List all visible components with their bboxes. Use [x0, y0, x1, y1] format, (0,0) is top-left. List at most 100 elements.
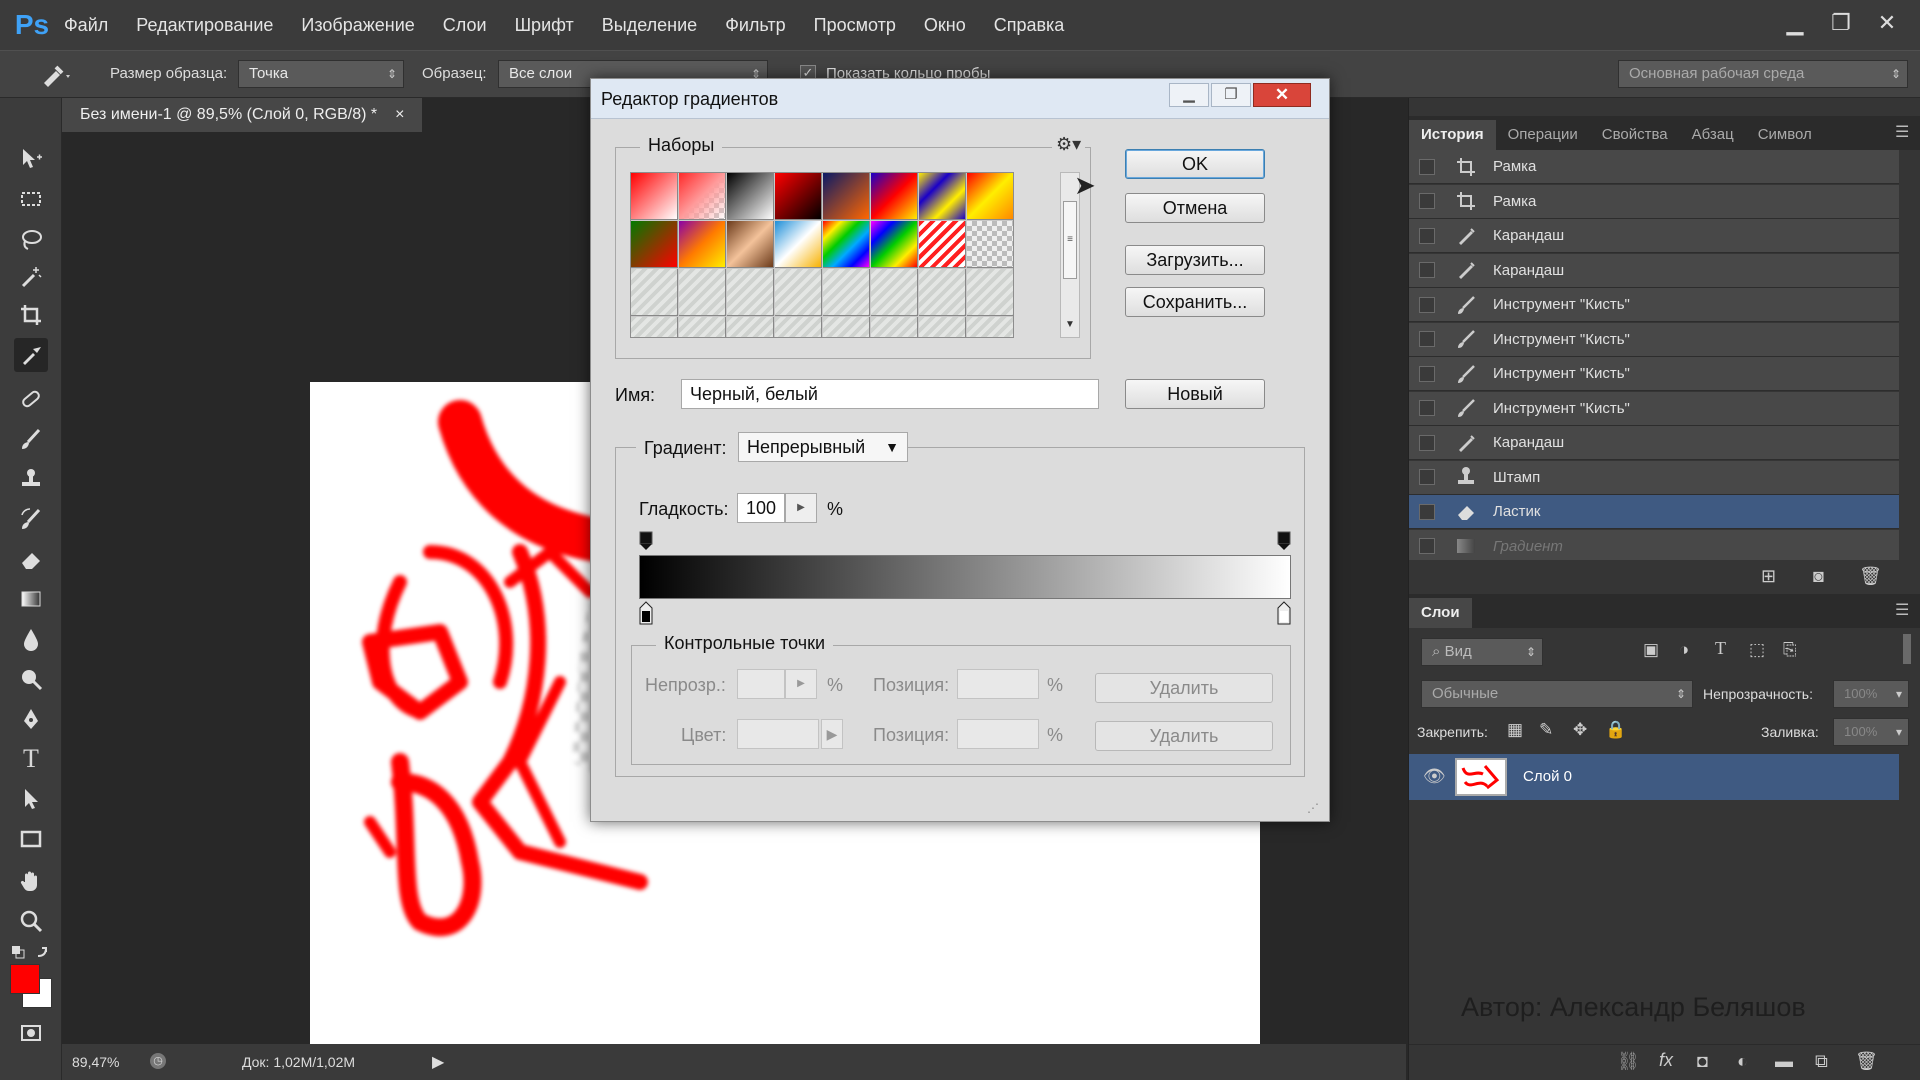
history-source-checkbox[interactable] — [1419, 400, 1435, 416]
color-stop-left[interactable] — [639, 601, 653, 625]
history-source-checkbox[interactable] — [1419, 193, 1435, 209]
sample-size-select[interactable]: Точка ⇕ — [238, 60, 404, 88]
gradient-preset-swatch[interactable] — [967, 173, 1013, 220]
gradient-preset-swatch[interactable] — [775, 173, 822, 220]
menu-type[interactable]: Шрифт — [515, 15, 574, 36]
gradient-preview-bar[interactable] — [639, 555, 1291, 599]
gradient-preset-swatch[interactable] — [919, 317, 966, 337]
name-input[interactable]: Черный, белый — [681, 379, 1099, 409]
menu-select[interactable]: Выделение — [602, 15, 697, 36]
magic-wand-tool-icon[interactable] — [14, 260, 48, 294]
gradient-preset-swatch[interactable] — [727, 269, 774, 316]
new-layer-icon[interactable]: ⧉ — [1815, 1051, 1828, 1072]
close-icon[interactable]: ✕ — [1864, 6, 1910, 40]
rectangle-tool-icon[interactable] — [14, 822, 48, 856]
snapshot-camera-icon[interactable]: ◙ — [1813, 566, 1824, 587]
document-tab[interactable]: Без имени-1 @ 89,5% (Слой 0, RGB/8) * × — [62, 98, 423, 132]
menu-view[interactable]: Просмотр — [814, 15, 896, 36]
minimize-icon[interactable]: ▁ — [1772, 6, 1818, 40]
gradient-preset-swatch[interactable] — [871, 173, 918, 220]
history-source-checkbox[interactable] — [1419, 503, 1435, 520]
gradient-preset-swatch[interactable] — [919, 221, 966, 268]
gradient-preset-swatch[interactable] — [823, 173, 870, 220]
history-source-checkbox[interactable] — [1419, 434, 1435, 451]
gradient-preset-swatch[interactable] — [967, 317, 1013, 337]
history-item[interactable]: Инструмент "Кисть" — [1409, 288, 1899, 322]
gradient-preset-swatch[interactable] — [727, 221, 774, 268]
load-button[interactable]: Загрузить... — [1125, 245, 1265, 275]
gradient-type-select[interactable]: Непрерывный ▼ — [738, 432, 908, 462]
blur-tool-icon[interactable] — [14, 622, 48, 656]
gradient-preset-swatch[interactable] — [871, 317, 918, 337]
history-item[interactable]: Инструмент "Кисть" — [1409, 391, 1899, 426]
history-source-checkbox[interactable] — [1419, 227, 1435, 244]
eraser-tool-icon[interactable] — [14, 542, 48, 576]
workspace-select[interactable]: Основная рабочая среда ⇕ — [1618, 60, 1908, 88]
delete-layer-trash-icon[interactable]: 🗑 — [1855, 1051, 1878, 1072]
zoom-level[interactable]: 89,47% — [72, 1054, 119, 1070]
eyedropper-tool-icon[interactable] — [14, 338, 48, 372]
quick-mask-icon[interactable] — [14, 1016, 48, 1050]
status-menu-arrow-icon[interactable]: ▶ — [432, 1052, 444, 1072]
new-button[interactable]: Новый — [1125, 379, 1265, 409]
layer-style-fx-icon[interactable]: fx — [1659, 1050, 1673, 1071]
marquee-tool-icon[interactable] — [14, 182, 48, 216]
save-button[interactable]: Сохранить... — [1125, 287, 1265, 317]
fill-input[interactable]: 100% ▾ — [1833, 718, 1909, 746]
layer-visibility-eye-icon[interactable]: 👁 — [1423, 766, 1446, 787]
add-mask-icon[interactable]: ◘ — [1697, 1051, 1708, 1072]
history-item[interactable]: Градиент — [1409, 529, 1899, 564]
filter-smart-object-icon[interactable]: ⎘ — [1783, 640, 1797, 660]
gradient-preset-swatch[interactable] — [631, 221, 678, 268]
history-source-checkbox[interactable] — [1419, 538, 1435, 554]
adjustment-layer-icon[interactable]: ◐ — [1737, 1051, 1748, 1072]
lasso-tool-icon[interactable] — [14, 222, 48, 256]
filter-type-icon[interactable]: T — [1715, 638, 1726, 659]
new-group-folder-icon[interactable]: ▬ — [1775, 1051, 1793, 1072]
gradient-preset-swatch[interactable] — [631, 269, 678, 316]
opacity-input[interactable]: 100% ▾ — [1833, 680, 1909, 708]
tab-paragraph[interactable]: Абзац — [1680, 120, 1746, 150]
type-tool-icon[interactable]: T — [14, 742, 48, 776]
gradient-preset-swatch[interactable] — [727, 173, 774, 220]
tab-properties[interactable]: Свойства — [1590, 120, 1680, 150]
lock-image-brush-icon[interactable]: ✎ — [1539, 720, 1553, 740]
swap-colors-icon[interactable] — [8, 940, 56, 964]
gradient-preset-swatch[interactable] — [775, 221, 822, 268]
close-tab-icon[interactable]: × — [395, 98, 404, 132]
history-item[interactable]: Карандаш — [1409, 253, 1899, 288]
filter-shape-icon[interactable]: ⬚ — [1749, 640, 1765, 660]
history-item[interactable]: Штамп — [1409, 460, 1899, 495]
stamp-tool-icon[interactable] — [14, 462, 48, 496]
gradient-preset-swatch[interactable] — [823, 221, 870, 268]
crop-tool-icon[interactable] — [14, 298, 48, 332]
menu-window[interactable]: Окно — [924, 15, 966, 36]
history-source-checkbox[interactable] — [1419, 296, 1435, 313]
menu-layers[interactable]: Слои — [443, 15, 487, 36]
new-document-from-state-icon[interactable]: ⊞ — [1761, 566, 1776, 587]
dodge-tool-icon[interactable] — [14, 662, 48, 696]
history-source-checkbox[interactable] — [1419, 158, 1435, 175]
ok-button[interactable]: OK — [1125, 149, 1265, 179]
gradient-preset-swatch[interactable] — [775, 317, 822, 337]
lock-all-icon[interactable]: 🔒 — [1605, 720, 1626, 740]
menu-filter[interactable]: Фильтр — [725, 15, 785, 36]
status-info-icon[interactable]: ◷ — [150, 1053, 166, 1069]
panel-menu-icon[interactable]: ☰ — [1895, 122, 1909, 142]
move-tool-icon[interactable] — [14, 142, 48, 176]
trash-icon[interactable]: 🗑 — [1859, 566, 1882, 587]
cancel-button[interactable]: Отмена — [1125, 193, 1265, 223]
presets-gear-icon[interactable]: ⚙▾ — [1052, 134, 1086, 155]
gradient-preset-swatch[interactable] — [919, 173, 966, 220]
brush-tool-icon[interactable] — [14, 422, 48, 456]
gradient-preset-swatch[interactable] — [871, 221, 918, 268]
history-item[interactable]: Рамка — [1409, 150, 1899, 184]
healing-brush-tool-icon[interactable] — [14, 382, 48, 416]
filter-pixel-icon[interactable]: ▣ — [1643, 640, 1659, 660]
dialog-restore-icon[interactable]: ❐ — [1211, 83, 1251, 107]
link-layers-icon[interactable]: ⛓ — [1617, 1051, 1640, 1072]
smoothness-input[interactable]: 100 — [737, 493, 785, 523]
gradient-tool-icon[interactable] — [14, 582, 48, 616]
tab-layers[interactable]: Слои — [1409, 598, 1472, 628]
history-source-checkbox[interactable] — [1419, 262, 1435, 278]
